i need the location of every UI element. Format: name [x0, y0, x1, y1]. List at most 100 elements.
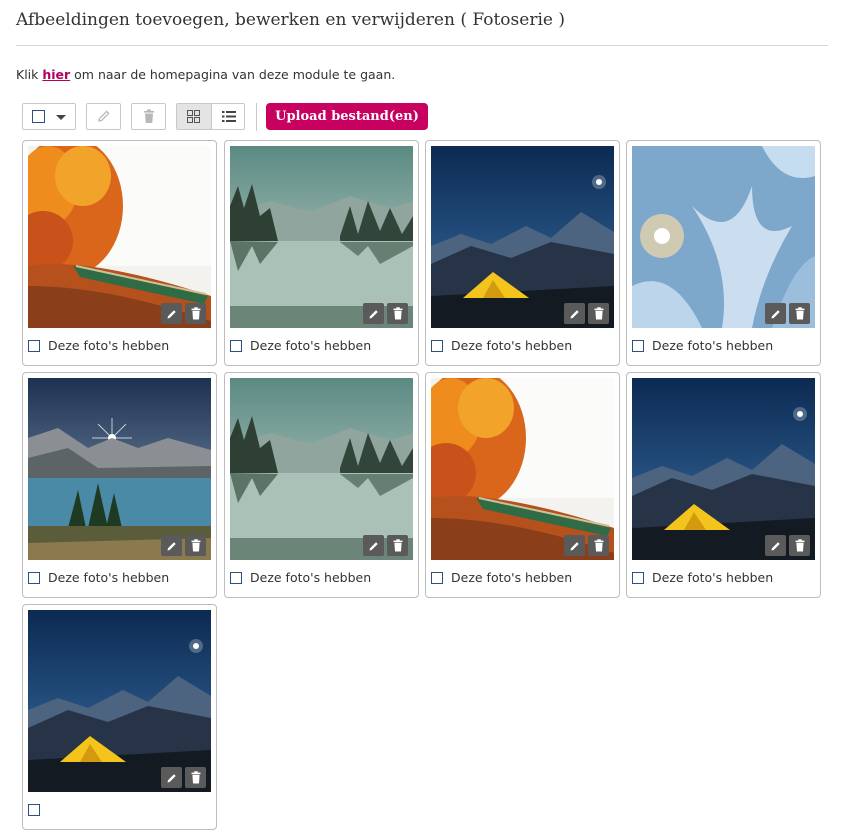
- toolbar-separator: [256, 103, 257, 131]
- photo-actions: [161, 767, 206, 788]
- photo-thumbnail[interactable]: [632, 146, 815, 328]
- delete-photo-button[interactable]: [789, 535, 810, 556]
- tent-under-night-sky-photo: [431, 146, 614, 328]
- photo-card: [22, 604, 217, 830]
- photo-thumbnail[interactable]: [28, 378, 211, 560]
- trash-icon: [594, 539, 603, 552]
- edit-photo-button[interactable]: [765, 303, 786, 324]
- photo-card: Deze foto's hebben: [425, 140, 620, 366]
- grid-icon: [187, 110, 200, 123]
- autumn-canoe-lake-photo: [431, 378, 614, 560]
- photo-select-checkbox[interactable]: [230, 572, 242, 584]
- photo-card: Deze foto's hebben: [22, 372, 217, 598]
- trash-icon: [393, 539, 402, 552]
- tent-under-night-sky-photo: [632, 378, 815, 560]
- photo-actions: [765, 303, 810, 324]
- select-all-dropdown[interactable]: [22, 103, 76, 130]
- delete-photo-button[interactable]: [588, 303, 609, 324]
- chevron-down-icon: [56, 115, 66, 120]
- intro-prefix: Klik: [16, 67, 43, 82]
- edit-selected-button[interactable]: [86, 103, 121, 130]
- edit-photo-button[interactable]: [564, 303, 585, 324]
- photo-card: Deze foto's hebben: [626, 140, 821, 366]
- photo-actions: [564, 535, 609, 556]
- photo-actions: [161, 303, 206, 324]
- photo-actions: [564, 303, 609, 324]
- photo-card: Deze foto's hebben: [425, 372, 620, 598]
- pencil-icon: [369, 541, 378, 550]
- mountain-lake-sunburst-photo: [28, 378, 211, 560]
- trash-icon: [144, 109, 154, 123]
- ice-crystals-photo: [632, 146, 815, 328]
- pencil-icon: [167, 773, 176, 782]
- delete-photo-button[interactable]: [387, 535, 408, 556]
- upload-files-button[interactable]: Upload bestand(en): [266, 103, 428, 130]
- delete-photo-button[interactable]: [185, 767, 206, 788]
- trash-icon: [795, 307, 804, 320]
- pencil-icon: [771, 541, 780, 550]
- photo-thumbnail[interactable]: [28, 146, 211, 328]
- photo-label: Deze foto's hebben: [652, 338, 774, 353]
- photo-card: Deze foto's hebben: [224, 140, 419, 366]
- trash-icon: [191, 771, 200, 784]
- photo-select-checkbox[interactable]: [28, 572, 40, 584]
- photo-actions: [765, 535, 810, 556]
- list-view-button[interactable]: [212, 104, 244, 129]
- intro-suffix: om naar de homepagina van deze module te…: [70, 67, 396, 82]
- photo-label: Deze foto's hebben: [48, 338, 170, 353]
- pencil-icon: [98, 110, 110, 122]
- pencil-icon: [369, 309, 378, 318]
- delete-photo-button[interactable]: [387, 303, 408, 324]
- pencil-icon: [167, 309, 176, 318]
- edit-photo-button[interactable]: [564, 535, 585, 556]
- edit-photo-button[interactable]: [765, 535, 786, 556]
- edit-photo-button[interactable]: [161, 303, 182, 324]
- photo-label: Deze foto's hebben: [48, 570, 170, 585]
- photo-select-checkbox[interactable]: [632, 340, 644, 352]
- photo-select-checkbox[interactable]: [230, 340, 242, 352]
- photo-thumbnail[interactable]: [230, 146, 413, 328]
- edit-photo-button[interactable]: [161, 535, 182, 556]
- photo-thumbnail[interactable]: [431, 378, 614, 560]
- pencil-icon: [167, 541, 176, 550]
- photo-select-checkbox[interactable]: [431, 572, 443, 584]
- photo-thumbnail[interactable]: [28, 610, 211, 792]
- photo-label: Deze foto's hebben: [451, 570, 573, 585]
- edit-photo-button[interactable]: [363, 535, 384, 556]
- title-divider: [16, 45, 828, 46]
- pencil-icon: [570, 309, 579, 318]
- photo-actions: [363, 535, 408, 556]
- photo-actions: [161, 535, 206, 556]
- select-all-checkbox[interactable]: [32, 110, 45, 123]
- photo-thumbnail[interactable]: [431, 146, 614, 328]
- photo-thumbnail[interactable]: [632, 378, 815, 560]
- photo-select-checkbox[interactable]: [632, 572, 644, 584]
- home-link[interactable]: hier: [42, 67, 70, 82]
- photo-card: Deze foto's hebben: [626, 372, 821, 598]
- delete-photo-button[interactable]: [185, 535, 206, 556]
- photo-label: Deze foto's hebben: [451, 338, 573, 353]
- trash-icon: [191, 307, 200, 320]
- grid-view-button[interactable]: [177, 104, 212, 129]
- edit-photo-button[interactable]: [363, 303, 384, 324]
- photo-thumbnail[interactable]: [230, 378, 413, 560]
- pencil-icon: [570, 541, 579, 550]
- view-toggle: [176, 103, 245, 130]
- delete-selected-button[interactable]: [131, 103, 166, 130]
- intro-text: Klik hier om naar de homepagina van deze…: [16, 67, 395, 82]
- delete-photo-button[interactable]: [789, 303, 810, 324]
- delete-photo-button[interactable]: [588, 535, 609, 556]
- photo-label: Deze foto's hebben: [250, 570, 372, 585]
- trash-icon: [191, 539, 200, 552]
- photo-select-checkbox[interactable]: [28, 804, 40, 816]
- page-title: Afbeeldingen toevoegen, bewerken en verw…: [16, 10, 565, 30]
- edit-photo-button[interactable]: [161, 767, 182, 788]
- photo-label: Deze foto's hebben: [250, 338, 372, 353]
- pencil-icon: [771, 309, 780, 318]
- photo-card: Deze foto's hebben: [224, 372, 419, 598]
- photo-select-checkbox[interactable]: [28, 340, 40, 352]
- delete-photo-button[interactable]: [185, 303, 206, 324]
- photo-card: Deze foto's hebben: [22, 140, 217, 366]
- photo-label: Deze foto's hebben: [652, 570, 774, 585]
- photo-select-checkbox[interactable]: [431, 340, 443, 352]
